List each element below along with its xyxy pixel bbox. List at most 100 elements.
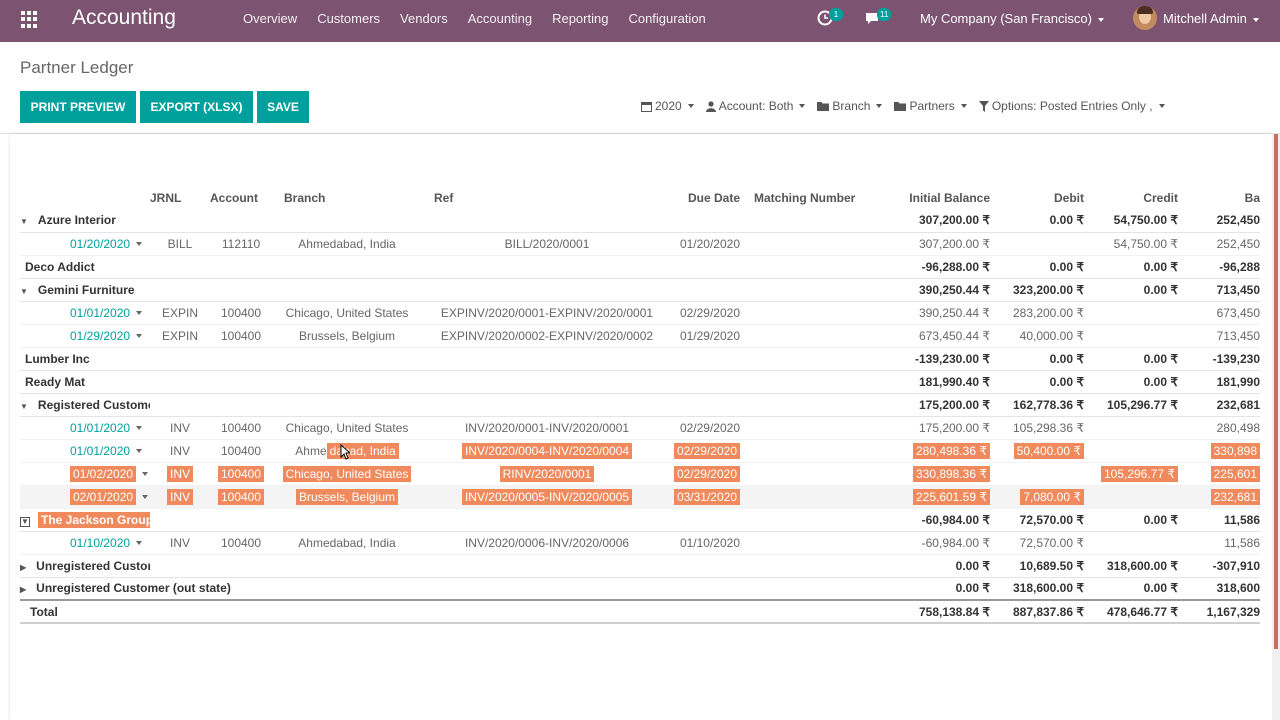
- partner-row[interactable]: Deco Addict -96,288.00 ₹ 0.00 ₹ 0.00 ₹ -…: [20, 255, 1260, 279]
- partner-name[interactable]: Lumber Inc: [20, 347, 150, 371]
- partner-name[interactable]: Gemini Furniture: [38, 283, 135, 297]
- table-row[interactable]: 01/10/2020 INV 100400 Ahmedabad, India I…: [20, 531, 1260, 555]
- menu-overview[interactable]: Overview: [243, 11, 297, 26]
- caret-down-icon[interactable]: ▼: [20, 287, 28, 296]
- text-selection: 105,296.77 ₹: [1100, 465, 1178, 482]
- calendar-icon: [641, 101, 652, 112]
- menu-customers[interactable]: Customers: [317, 11, 380, 26]
- chevron-down-icon: [876, 104, 883, 108]
- line-date[interactable]: 01/20/2020: [70, 237, 130, 251]
- caret-right-icon[interactable]: ▶: [20, 585, 26, 594]
- partners-filter[interactable]: Partners: [894, 99, 967, 113]
- partner-name[interactable]: Ready Mat: [20, 370, 150, 394]
- total-debit: 887,837.86 ₹: [990, 599, 1084, 624]
- line-date[interactable]: 01/01/2020: [70, 306, 130, 320]
- partner-row[interactable]: ▼ Azure Interior 307,200.00 ₹ 0.00 ₹ 54,7…: [20, 209, 1260, 233]
- line-credit: [1084, 485, 1178, 509]
- line-branch-start: Ahme: [295, 443, 327, 458]
- collapse-box-icon[interactable]: ▼: [20, 516, 30, 527]
- chevron-down-icon[interactable]: [136, 242, 143, 247]
- line-jrnl: INV: [150, 416, 210, 440]
- line-balance: 330,898: [1178, 439, 1260, 463]
- partner-row[interactable]: ▼ Gemini Furniture 390,250.44 ₹ 323,200.0…: [20, 278, 1260, 302]
- partner-row[interactable]: Lumber Inc -139,230.00 ₹ 0.00 ₹ 0.00 ₹ -…: [20, 347, 1260, 371]
- chevron-down-icon[interactable]: [142, 495, 149, 500]
- apps-grid-icon[interactable]: [21, 11, 38, 28]
- text-selection: RINV/2020/0001: [499, 465, 595, 482]
- partner-name[interactable]: The Jackson Group: [38, 511, 150, 528]
- partner-debit: 162,778.36 ₹: [990, 393, 1084, 417]
- chevron-down-icon[interactable]: [142, 472, 149, 477]
- date-filter[interactable]: 2020: [641, 99, 694, 113]
- chevron-down-icon[interactable]: [136, 541, 143, 546]
- branch-filter[interactable]: Branch: [817, 99, 883, 113]
- partner-name[interactable]: Unregistered Customer: [36, 559, 150, 573]
- header-balance: Ba: [1244, 191, 1260, 205]
- line-branch: Chicago, United States: [272, 462, 422, 486]
- scrollbar[interactable]: [1272, 134, 1280, 720]
- chevron-down-icon[interactable]: [136, 426, 143, 431]
- line-due-date: 02/29/2020: [672, 439, 754, 463]
- table-row[interactable]: 02/01/2020 INV 100400 Brussels, Belgium …: [20, 485, 1260, 509]
- line-debit: [990, 232, 1084, 256]
- table-row[interactable]: 01/01/2020 INV 100400 Chicago, United St…: [20, 416, 1260, 440]
- menu-reporting[interactable]: Reporting: [552, 11, 608, 26]
- partner-name[interactable]: Registered Customer: [38, 398, 150, 412]
- text-selection: 50,400.00 ₹: [1013, 442, 1084, 459]
- message-count-badge: 11: [877, 8, 892, 21]
- line-due-date: 02/29/2020: [672, 462, 754, 486]
- avatar[interactable]: [1133, 6, 1157, 30]
- chevron-down-icon[interactable]: [136, 311, 143, 316]
- user-menu[interactable]: Mitchell Admin: [1163, 11, 1259, 26]
- partner-row[interactable]: Ready Mat 181,990.40 ₹ 0.00 ₹ 0.00 ₹ 181…: [20, 370, 1260, 394]
- menu-accounting[interactable]: Accounting: [468, 11, 532, 26]
- print-preview-button[interactable]: PRINT PREVIEW: [20, 91, 136, 123]
- partner-name[interactable]: Deco Addict: [20, 255, 150, 279]
- account-filter[interactable]: Account: Both: [705, 99, 806, 113]
- options-filter[interactable]: Options: Posted Entries Only ,: [978, 99, 1165, 113]
- line-account: 100400: [210, 531, 272, 555]
- table-row[interactable]: 01/02/2020 INV 100400 Chicago, United St…: [20, 462, 1260, 486]
- line-account: 100400: [210, 324, 272, 348]
- report-filters: 2020 Account: Both Branch Partners Optio…: [641, 99, 1177, 113]
- table-row[interactable]: 01/29/2020 EXPIN 100400 Brussels, Belgiu…: [20, 324, 1260, 348]
- table-row[interactable]: 01/20/2020 BILL 112110 Ahmedabad, India …: [20, 232, 1260, 256]
- menu-configuration[interactable]: Configuration: [628, 11, 705, 26]
- table-row[interactable]: 01/01/2020 INV 100400 Ahme dabad, India I…: [20, 439, 1260, 463]
- line-date[interactable]: 01/01/2020: [70, 444, 130, 458]
- partner-row[interactable]: ▶ Unregistered Customer 0.00 ₹ 10,689.50 …: [20, 554, 1260, 578]
- line-date[interactable]: 02/01/2020: [70, 488, 137, 505]
- caret-right-icon[interactable]: ▶: [20, 563, 26, 572]
- line-jrnl: EXPIN: [150, 301, 210, 325]
- partner-credit: 0.00 ₹: [1084, 278, 1178, 302]
- company-switcher[interactable]: My Company (San Francisco): [920, 11, 1104, 26]
- line-initial: 390,250.44 ₹: [886, 301, 990, 325]
- partner-row[interactable]: ▶ Unregistered Customer (out state) 0.00 …: [20, 577, 1260, 601]
- partner-row[interactable]: ▼ The Jackson Group -60,984.00 ₹ 72,570.0…: [20, 508, 1260, 532]
- line-due-date: 02/29/2020: [672, 416, 754, 440]
- line-branch: Chicago, United States: [272, 301, 422, 325]
- chevron-down-icon[interactable]: [136, 449, 143, 454]
- line-date[interactable]: 01/01/2020: [70, 421, 130, 435]
- export-xlsx-button[interactable]: EXPORT (XLSX): [140, 91, 253, 123]
- text-selection: 02/29/2020: [673, 465, 740, 482]
- line-debit: 40,000.00 ₹: [990, 324, 1084, 348]
- app-brand[interactable]: Accounting: [72, 6, 176, 30]
- menu-vendors[interactable]: Vendors: [400, 11, 448, 26]
- line-credit: [1084, 416, 1178, 440]
- chevron-down-icon[interactable]: [136, 334, 143, 339]
- scrollbar-thumb[interactable]: [1274, 134, 1278, 649]
- table-row[interactable]: 01/01/2020 EXPIN 100400 Chicago, United …: [20, 301, 1260, 325]
- partner-name[interactable]: Unregistered Customer (out state): [36, 581, 231, 595]
- line-date[interactable]: 01/10/2020: [70, 536, 130, 550]
- line-date[interactable]: 01/02/2020: [70, 465, 137, 482]
- text-selection: 225,601: [1210, 465, 1260, 482]
- total-label: Total: [20, 599, 150, 624]
- save-button[interactable]: SAVE: [257, 91, 309, 123]
- partner-row[interactable]: ▼ Registered Customer 175,200.00 ₹ 162,77…: [20, 393, 1260, 417]
- line-date[interactable]: 01/29/2020: [70, 329, 130, 343]
- text-selection: 7,080.00 ₹: [1020, 488, 1084, 505]
- caret-down-icon[interactable]: ▼: [20, 402, 28, 411]
- partner-name[interactable]: Azure Interior: [38, 213, 116, 227]
- caret-down-icon[interactable]: ▼: [20, 217, 28, 226]
